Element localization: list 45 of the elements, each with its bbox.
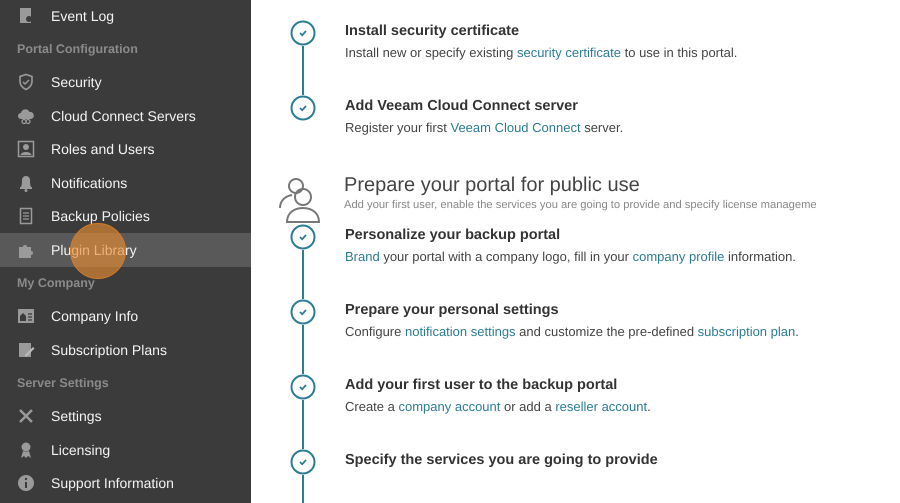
step-description: Create a company account or add a reseller account. <box>345 399 651 414</box>
cloud-icon <box>17 106 35 125</box>
link[interactable]: reseller account <box>555 399 648 414</box>
document-icon <box>17 207 35 226</box>
tools-icon <box>17 407 35 426</box>
link[interactable]: company account <box>398 399 500 414</box>
step-description: Brand your portal with a company logo, fill in your company profile information. <box>345 249 796 264</box>
sidebar-item[interactable]: Settings <box>0 400 251 433</box>
link[interactable]: company profile <box>632 249 724 264</box>
section-title: Prepare your portal for public use <box>344 174 641 197</box>
step-description: Register your first Veeam Cloud Connect server. <box>345 120 624 135</box>
link[interactable]: Brand <box>345 249 380 264</box>
sidebar-item[interactable]: Cloud Connect Servers <box>0 99 251 132</box>
step-description: Install new or specify existing security certificate to use in this portal. <box>345 45 738 60</box>
sidebar-item[interactable]: Support Information <box>0 466 251 500</box>
step-title: Personalize your backup portal <box>345 227 562 243</box>
info-icon <box>17 474 35 492</box>
sidebar-item[interactable]: Notifications <box>0 166 251 200</box>
sidebar-item[interactable]: Roles and Users <box>0 132 251 166</box>
sidebar-section-heading: Server Settings <box>16 375 110 392</box>
link[interactable]: Veeam Cloud Connect <box>450 120 581 135</box>
step-title: Add Veeam Cloud Connect server <box>345 98 579 114</box>
shield-icon <box>17 73 35 92</box>
link[interactable]: subscription plan <box>698 324 796 339</box>
sidebar-section-heading: My Company <box>16 275 96 292</box>
sidebar-item[interactable]: Security <box>0 66 251 99</box>
step-title: Install security certificate <box>345 23 520 39</box>
notepad-pencil-icon <box>17 340 35 359</box>
sidebar-item[interactable]: Plugin Library <box>0 233 251 266</box>
sidebar-item[interactable]: Subscription Plans <box>0 333 251 366</box>
bell-icon <box>17 174 35 192</box>
building-icon <box>17 307 35 326</box>
user-icon <box>17 140 35 158</box>
step-title: Add your first user to the backup portal <box>345 377 618 393</box>
sidebar-item[interactable]: Event Log <box>0 0 251 32</box>
step-description: Configure notification settings and customize the pre-defined subscription plan. <box>345 324 799 339</box>
sidebar-item[interactable]: Licensing <box>0 433 251 466</box>
step-title: Prepare your personal settings <box>345 302 560 318</box>
sidebar-item[interactable]: Company Info <box>0 300 251 333</box>
step-title: Specify the services you are going to provide <box>345 452 658 468</box>
sidebar-section-heading: Portal Configuration <box>16 41 139 58</box>
sidebar-item[interactable]: Backup Policies <box>0 200 251 233</box>
section-subtitle: Add your first user, enable the services you are going to provide and specify license manageme <box>344 199 817 211</box>
link[interactable]: notification settings <box>404 324 516 339</box>
link[interactable]: security certificate <box>516 45 622 60</box>
